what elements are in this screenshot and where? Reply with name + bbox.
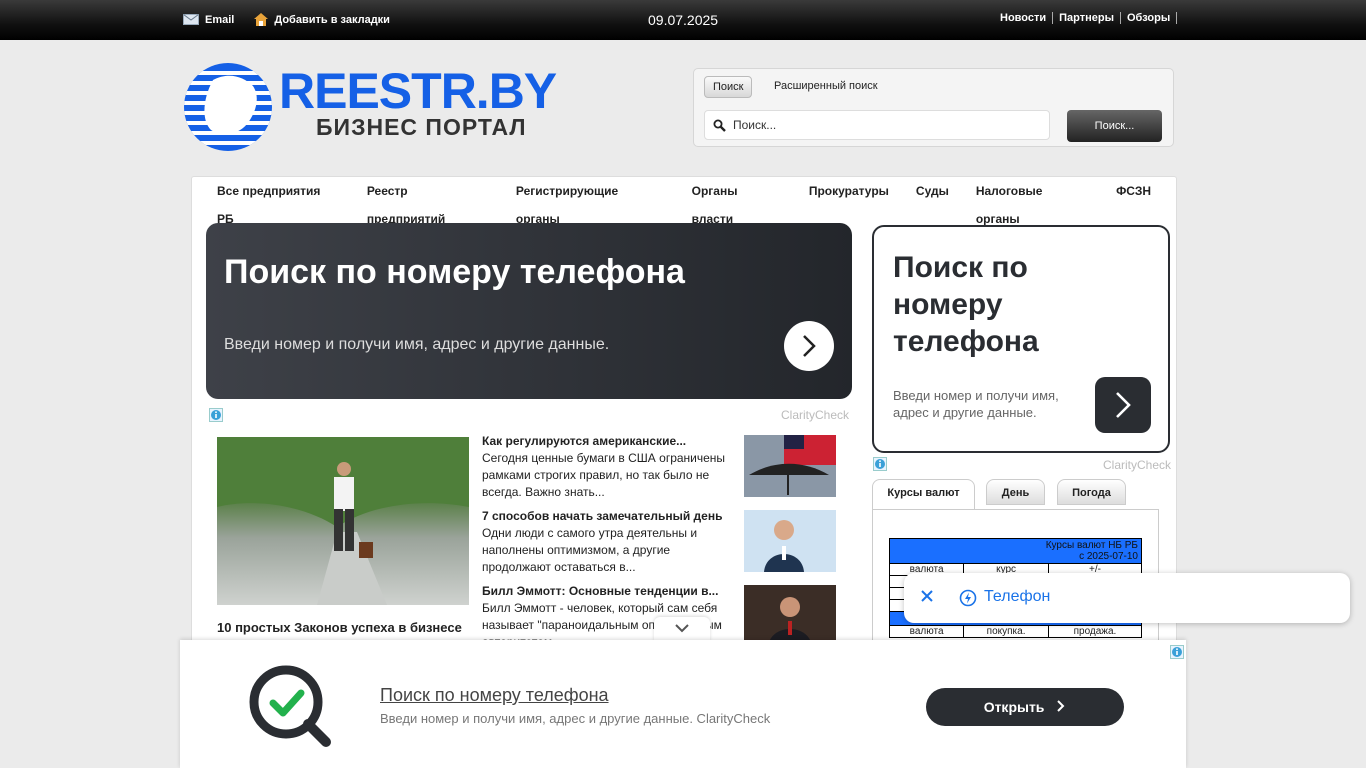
news-thumbnail[interactable] (744, 510, 836, 572)
top-links: Новости Партнеры Обзоры (994, 12, 1178, 24)
search-input[interactable]: Поиск... (704, 110, 1050, 140)
ad-info-icon[interactable] (1170, 645, 1184, 659)
side-ad-banner[interactable]: Поиск по номеру телефона Введи номер и п… (872, 225, 1170, 453)
nav-registration-bodies[interactable]: Регистрирующие органы (516, 177, 665, 226)
news-excerpt: Одни люди с самого утра деятельны и напо… (482, 526, 698, 574)
top-bar-left: Email Добавить в закладки (183, 13, 410, 26)
news-title[interactable]: Как регулируются американские... (482, 433, 732, 450)
currency-header: Курсы валют НБ РБ с 2025-07-10 (889, 538, 1142, 564)
main-ad-arrow-button[interactable] (784, 321, 834, 371)
businessman-walking-image (217, 437, 469, 605)
news-item[interactable]: 7 способов начать замечательный день Одн… (482, 508, 732, 576)
claritycheck-logo-icon (249, 665, 331, 747)
side-ad-brand: ClarityCheck (1103, 458, 1172, 472)
logo-subtitle: БИЗНЕС ПОРТАЛ (316, 114, 527, 140)
top-link-reviews[interactable]: Обзоры (1121, 12, 1178, 24)
main-nav: Все предприятия РБ Реестр предприятий Ре… (192, 177, 1178, 226)
bookmark-link[interactable]: Добавить в закладки (254, 13, 390, 26)
exchange-columns: валюта покупка. продажа. (888, 625, 1143, 638)
site-logo[interactable]: REESTR.BY БИЗНЕС ПОРТАЛ (183, 62, 593, 154)
tab-currency[interactable]: Курсы валют (872, 479, 975, 510)
bolt-icon (959, 589, 977, 607)
main-ad-title: Поиск по номеру телефона (224, 253, 685, 291)
phone-popup: Телефон (904, 573, 1350, 623)
smiling-man-image (764, 520, 804, 572)
open-button[interactable]: Открыть (926, 688, 1124, 726)
nav-courts[interactable]: Суды (916, 177, 949, 207)
nav-tax-bodies[interactable]: Налоговые органы (976, 177, 1089, 226)
news-item[interactable]: Как регулируются американские... Сегодня… (482, 433, 732, 501)
side-ad-text: Введи номер и получи имя, адрес и другие… (893, 388, 1059, 420)
side-ad-arrow-button[interactable] (1095, 377, 1151, 433)
ad-info-icon[interactable] (209, 408, 223, 422)
side-ad-title: Поиск по номеру телефона (893, 251, 1039, 358)
chevron-right-icon (1057, 700, 1065, 712)
email-label: Email (205, 13, 235, 26)
search-icon (713, 119, 726, 132)
popup-label[interactable]: Телефон (984, 588, 1050, 606)
ad-info-icon[interactable] (873, 457, 887, 471)
tab-weather[interactable]: Погода (1057, 479, 1126, 505)
news-thumbnail[interactable] (744, 435, 836, 497)
bill-emmott-image (768, 597, 812, 647)
news-thumbnail[interactable] (744, 585, 836, 647)
top-bar: Email Добавить в закладки 09.07.2025 Нов… (0, 0, 1366, 40)
main-ad-banner[interactable]: Поиск по номеру телефона Введи номер и п… (206, 223, 852, 399)
logo-wordmark: REESTR.BY (279, 63, 557, 119)
current-date: 09.07.2025 (648, 12, 719, 28)
home-icon (254, 13, 269, 26)
nav-registry[interactable]: Реестр предприятий (367, 177, 489, 226)
news-excerpt: Сегодня ценные бумаги в США ограничены р… (482, 451, 726, 499)
open-button-label: Открыть (983, 699, 1045, 715)
feature-article-title[interactable]: 10 простых Законов успеха в бизнесе (217, 620, 462, 635)
top-link-partners[interactable]: Партнеры (1053, 12, 1121, 24)
main-ad-brand: ClarityCheck (781, 408, 850, 422)
search-button[interactable]: Поиск... (1067, 110, 1162, 142)
news-title[interactable]: Билл Эммотт: Основные тенденции в... (482, 583, 732, 600)
search-panel: Поиск Расширенный поиск Поиск... Поиск..… (693, 68, 1174, 147)
col-currency-2: валюта (888, 625, 965, 638)
nav-authorities[interactable]: Органы власти (692, 177, 782, 226)
col-sell: продажа. (1047, 625, 1143, 638)
wall-street-image (749, 435, 836, 495)
top-link-news[interactable]: Новости (994, 12, 1054, 24)
news-title[interactable]: 7 способов начать замечательный день (482, 508, 732, 525)
col-buy: покупка. (963, 625, 1049, 638)
envelope-icon (183, 14, 199, 25)
email-link[interactable]: Email (183, 14, 234, 26)
chevron-right-icon (1116, 392, 1131, 418)
search-tab-advanced[interactable]: Расширенный поиск (774, 80, 878, 92)
chevron-down-icon (675, 624, 689, 633)
nav-prosecutors[interactable]: Прокуратуры (809, 177, 889, 207)
close-icon[interactable] (920, 589, 934, 603)
bookmark-label: Добавить в закладки (274, 13, 390, 26)
main-ad-text: Введи номер и получи имя, адрес и другие… (224, 336, 610, 353)
bottom-ad-banner[interactable]: Поиск по номеру телефона Введи номер и п… (180, 640, 1186, 768)
currency-date: с 2025-07-10 (1079, 551, 1138, 562)
nav-all-enterprises[interactable]: Все предприятия РБ (217, 177, 340, 226)
widget-tabs: Курсы валют День Погода (872, 479, 1160, 511)
logo-globe-icon (184, 63, 272, 151)
collapse-ad-button[interactable] (654, 617, 710, 641)
bottom-ad-title[interactable]: Поиск по номеру телефона (380, 685, 609, 706)
tab-day[interactable]: День (986, 479, 1045, 505)
feature-article-image[interactable] (217, 437, 469, 605)
currency-title: Курсы валют НБ РБ (1045, 540, 1138, 551)
search-placeholder: Поиск... (733, 118, 777, 132)
search-tab-simple[interactable]: Поиск (704, 76, 753, 98)
nav-fszn[interactable]: ФСЗН (1116, 177, 1151, 207)
bottom-ad-text: Введи номер и получи имя, адрес и другие… (380, 711, 771, 726)
chevron-right-icon (803, 335, 816, 357)
